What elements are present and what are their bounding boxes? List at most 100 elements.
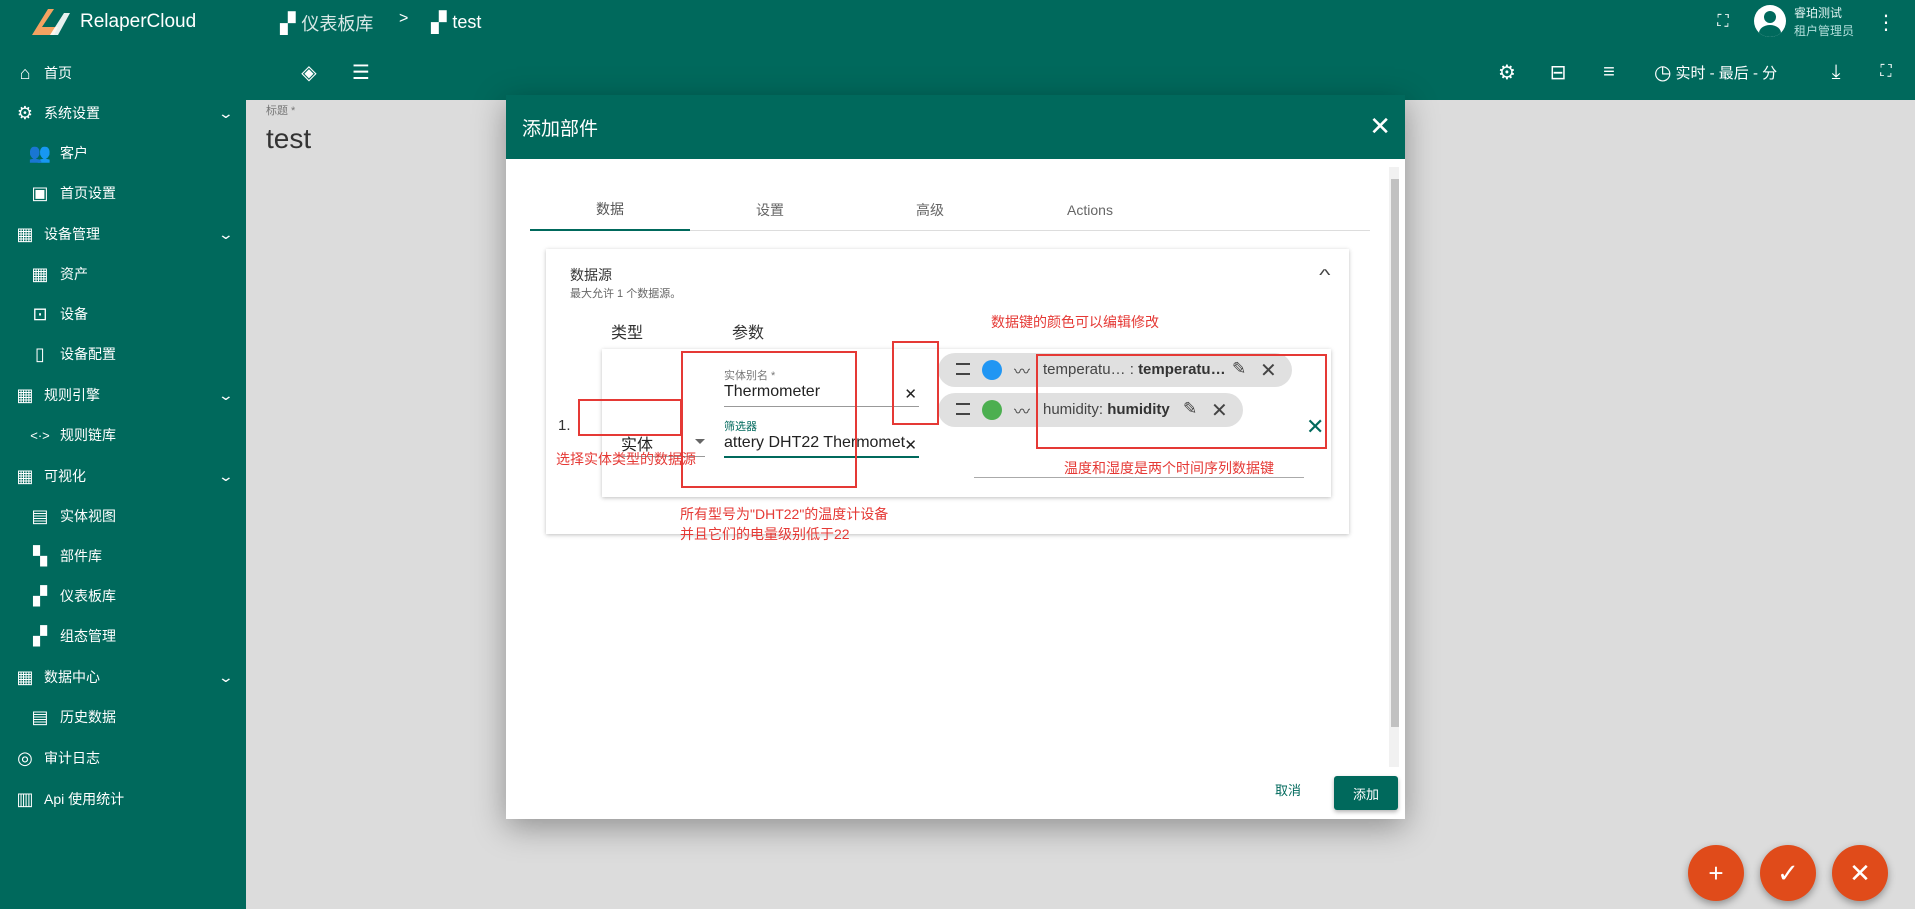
sidebar-item-home[interactable]: ⌂ 首页 <box>0 55 246 91</box>
sidebar-item-label: 可视化 <box>44 468 86 484</box>
top-bar: ▞ 仪表板库 > ▞ test ⛶ 睿珀测试 租户管理员 ⋮ <box>246 0 1915 44</box>
drag-handle-icon[interactable] <box>956 363 970 375</box>
sidebar-item-api-usage[interactable]: ▥ Api 使用统计 <box>0 781 246 817</box>
timewindow-label: 实时 - 最后 - 分 <box>1675 65 1778 82</box>
sidebar-item-history-data[interactable]: ▤ 历史数据 <box>0 699 246 735</box>
sidebar-item-data-center[interactable]: ▦ 数据中心 ⌄ <box>0 659 246 695</box>
highlight-type <box>578 399 682 436</box>
clock-icon: ◷ <box>1654 62 1672 84</box>
sidebar-item-label: 仪表板库 <box>60 588 116 604</box>
sidebar-item-device-profiles[interactable]: ▯ 设备配置 <box>0 336 246 372</box>
close-icon[interactable]: ✕ <box>1369 113 1391 139</box>
timewindow-button[interactable]: ◷ 实时 - 最后 - 分 <box>1654 60 1777 85</box>
highlight-colors <box>892 341 939 425</box>
sidebar-item-assets[interactable]: ▦ 资产 <box>0 256 246 292</box>
cancel-button[interactable]: 取消 <box>1275 780 1301 799</box>
devices-icon[interactable]: ⊟ <box>1545 59 1571 85</box>
sidebar-item-label: 资产 <box>60 266 88 282</box>
breadcrumb-label: test <box>452 12 482 32</box>
close-icon: ✕ <box>1849 857 1871 888</box>
device-icon: ⊡ <box>32 303 48 324</box>
sidebar-item-entity-views[interactable]: ▤ 实体视图 <box>0 498 246 534</box>
tab-settings[interactable]: 设置 <box>690 189 850 231</box>
key-color-swatch[interactable] <box>982 360 1002 380</box>
filter-icon[interactable]: ≡ <box>1596 59 1622 85</box>
chevron-up-icon[interactable]: ^ <box>1320 267 1331 285</box>
sidebar-item-device-management[interactable]: ▦ 设备管理 ⌄ <box>0 216 246 252</box>
user-name: 睿珀测试 <box>1794 6 1843 20</box>
annotation-filter-2: 并且它们的电量级别低于22 <box>680 526 850 542</box>
chart-icon: ▥ <box>16 788 34 809</box>
sidebar-item-system-settings[interactable]: ⚙ 系统设置 ⌄ <box>0 95 246 131</box>
highlight-keys <box>1036 354 1327 449</box>
view-stream-icon[interactable]: ☰ <box>348 59 374 85</box>
logo-icon <box>32 9 70 35</box>
sidebar-item-home-settings[interactable]: ▣ 首页设置 <box>0 175 246 211</box>
settings-icon[interactable]: ⚙ <box>1494 59 1520 85</box>
sidebar-item-label: 部件库 <box>60 548 102 564</box>
breadcrumb-label: 仪表板库 <box>301 14 374 34</box>
sidebar-item-label: 数据中心 <box>44 669 100 685</box>
profile-icon: ▯ <box>35 343 45 364</box>
code-icon: <·> <box>30 427 50 443</box>
sidebar-item-label: 首页设置 <box>60 185 116 201</box>
view-icon: ▤ <box>31 706 49 727</box>
column-header-type: 类型 <box>611 325 644 342</box>
avatar[interactable] <box>1754 5 1786 37</box>
apply-fab[interactable]: ✓ <box>1760 845 1816 901</box>
sidebar-item-audit-logs[interactable]: ◎ 审计日志 <box>0 740 246 776</box>
sidebar-item-devices[interactable]: ⊡ 设备 <box>0 296 246 332</box>
add-widget-dialog: 添加部件 ✕ 数据 设置 高级 Actions 数据源 最大允许 1 个数据源。… <box>506 95 1405 819</box>
settings-box-icon: ▣ <box>31 182 49 203</box>
sidebar-item-label: Api 使用统计 <box>44 791 125 807</box>
page-title[interactable]: test <box>266 123 311 155</box>
tab-data[interactable]: 数据 <box>530 189 690 231</box>
clear-icon[interactable]: ✕ <box>904 436 917 454</box>
plus-icon: + <box>1708 857 1724 888</box>
home-icon: ⌂ <box>19 62 31 83</box>
fullscreen-icon[interactable]: ⛶ <box>1873 59 1899 85</box>
building-icon: ▦ <box>16 465 34 486</box>
user-role: 租户管理员 <box>1794 24 1855 38</box>
highlight-params <box>681 351 857 488</box>
row-index: 1. <box>558 417 571 434</box>
cancel-fab[interactable]: ✕ <box>1832 845 1888 901</box>
sidebar-item-label: 设备 <box>60 306 88 322</box>
sidebar: RelaperCloud ⌂ 首页 ⚙ 系统设置 ⌄ 👥 客户 ▣ 首页设置 ▦… <box>0 0 246 909</box>
timeseries-icon: 〰 <box>1014 404 1031 421</box>
tab-actions[interactable]: Actions <box>1010 189 1170 231</box>
dashboard-icon: ▞ <box>431 12 447 34</box>
dialog-title: 添加部件 <box>522 118 599 140</box>
fullscreen-icon[interactable]: ⛶ <box>1710 9 1736 35</box>
building-icon: ▦ <box>31 263 49 284</box>
tab-advanced[interactable]: 高级 <box>850 189 1010 231</box>
layers-icon[interactable]: ◈ <box>296 59 322 85</box>
sidebar-item-visualization[interactable]: ▦ 可视化 ⌄ <box>0 458 246 494</box>
key-color-swatch[interactable] <box>982 400 1002 420</box>
sidebar-item-rule-engine[interactable]: ▦ 规则引擎 ⌄ <box>0 377 246 413</box>
dialog-scrollbar[interactable] <box>1389 167 1399 767</box>
app-name: RelaperCloud <box>80 11 197 32</box>
sidebar-item-rule-chains[interactable]: <·> 规则链库 <box>0 417 246 453</box>
sidebar-item-label: 设备管理 <box>44 226 100 242</box>
sidebar-item-customers[interactable]: 👥 客户 <box>0 135 246 171</box>
add-widget-fab[interactable]: + <box>1688 845 1744 901</box>
add-button[interactable]: 添加 <box>1334 776 1398 810</box>
breadcrumb-current: ▞ test <box>431 10 481 35</box>
sidebar-item-dashboards[interactable]: ▞ 仪表板库 <box>0 578 246 614</box>
sidebar-item-widgets-library[interactable]: ▚ 部件库 <box>0 538 246 574</box>
app-logo[interactable]: RelaperCloud <box>0 0 246 44</box>
scrollbar-thumb[interactable] <box>1391 179 1399 727</box>
more-vert-icon[interactable]: ⋮ <box>1873 9 1899 35</box>
sidebar-item-scada[interactable]: ▞ 组态管理 <box>0 618 246 654</box>
download-icon[interactable]: ⤓ <box>1823 59 1849 85</box>
view-icon: ▤ <box>31 505 49 526</box>
timeseries-icon: 〰 <box>1014 364 1031 381</box>
breadcrumb-dashboards[interactable]: ▞ 仪表板库 <box>280 10 373 36</box>
sidebar-item-label: 系统设置 <box>44 105 100 121</box>
sidebar-item-label: 规则引擎 <box>44 387 100 403</box>
track-icon: ◎ <box>17 747 33 768</box>
building-icon: ▦ <box>16 223 34 244</box>
drag-handle-icon[interactable] <box>956 403 970 415</box>
check-icon: ✓ <box>1777 857 1799 888</box>
